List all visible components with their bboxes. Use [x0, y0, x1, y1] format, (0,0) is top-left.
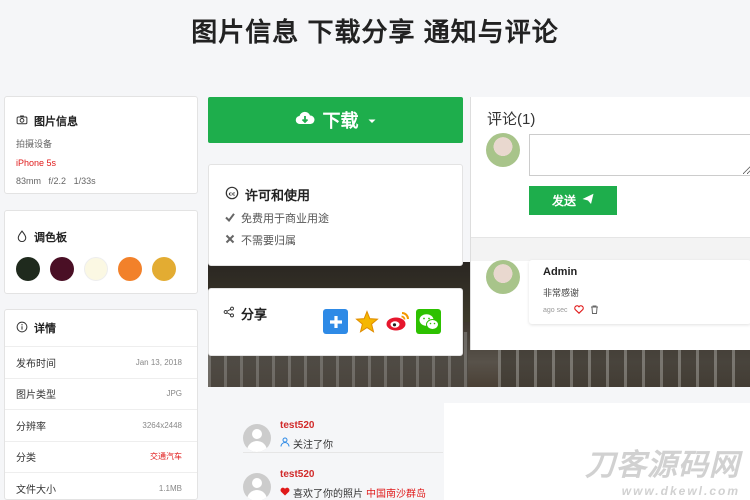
- watermark-url: www.dkewl.com: [621, 484, 740, 498]
- watermark-title: 刀客源码网: [585, 449, 740, 482]
- send-label: 发送: [551, 194, 576, 208]
- activity-target-link[interactable]: 中国南沙群岛: [366, 485, 426, 500]
- swatch-list: [16, 257, 186, 281]
- detail-label: 图片类型: [16, 390, 56, 402]
- download-button[interactable]: 下载: [208, 97, 463, 143]
- drop-icon: [16, 229, 28, 245]
- cross-icon: [225, 234, 235, 247]
- plus-share-icon[interactable]: [323, 309, 348, 334]
- comment-item: Admin 非常感谢 ago sec: [529, 260, 750, 324]
- detail-value: 3264x2448: [142, 420, 182, 430]
- activity-user[interactable]: test520: [280, 420, 314, 431]
- palette-title: 调色板: [34, 232, 67, 244]
- svg-text:cc: cc: [229, 191, 236, 197]
- info-circle-icon: [16, 321, 28, 336]
- comments-divider: [471, 237, 750, 261]
- content-area: 刀客源码网 www.dkewl.com: [444, 403, 750, 500]
- aperture: f/2.2: [48, 176, 67, 186]
- detail-value: Jan 13, 2018: [135, 357, 182, 367]
- license-item-text: 免费用于商业用途: [241, 213, 329, 225]
- color-swatch[interactable]: [84, 257, 108, 281]
- comment-text: 非常感谢: [543, 288, 580, 298]
- license-item: 免费用于商业用途: [225, 210, 446, 226]
- color-swatch[interactable]: [16, 257, 40, 281]
- license-card: cc 许可和使用 免费用于商业用途 不需要归属: [208, 164, 463, 266]
- send-comment-button[interactable]: 发送: [529, 186, 617, 215]
- creative-commons-icon: cc: [225, 186, 239, 203]
- share-nodes-icon: [223, 306, 235, 321]
- shutter-speed: 1/33s: [73, 176, 96, 186]
- photo-info-title: 图片信息: [34, 116, 78, 128]
- trash-icon[interactable]: [590, 305, 599, 316]
- share-card: 分享: [208, 288, 463, 356]
- device-label: 拍摄设备: [16, 139, 53, 149]
- qzone-icon[interactable]: [354, 309, 379, 334]
- camera-icon: [16, 114, 28, 129]
- details-heading: 详情: [5, 310, 197, 347]
- color-swatch[interactable]: [50, 257, 74, 281]
- detail-value: 1.1MB: [158, 483, 182, 493]
- activity-text: 关注了你: [280, 436, 333, 451]
- photo-info-card: 图片信息 拍摄设备 iPhone 5s 83mm f/2.2 1/33s: [4, 96, 198, 194]
- license-heading: cc 许可和使用: [225, 185, 446, 204]
- detail-row-filesize: 文件大小 1.1MB: [5, 473, 197, 500]
- share-title: 分享: [241, 307, 268, 322]
- device-name[interactable]: iPhone 5s: [16, 158, 186, 168]
- comment-author[interactable]: Admin: [543, 266, 737, 278]
- wechat-icon[interactable]: [416, 309, 441, 334]
- heart-filled-icon: [280, 487, 290, 499]
- detail-label: 文件大小: [16, 484, 56, 496]
- activity-feed: test520 关注了你 test520 喜欢了你的照片 中国南沙群岛: [208, 400, 444, 500]
- activity-action: 喜欢了你的照片: [293, 489, 363, 500]
- detail-row-resolution: 分辨率 3264x2448: [5, 410, 197, 442]
- detail-label: 分类: [16, 453, 36, 465]
- detail-label: 发布时间: [16, 358, 56, 370]
- activity-divider: [243, 452, 443, 453]
- detail-label: 分辨率: [16, 421, 46, 433]
- activity-text: 喜欢了你的照片 中国南沙群岛: [280, 485, 426, 500]
- activity-user[interactable]: test520: [280, 469, 314, 480]
- paper-plane-icon: [582, 193, 594, 208]
- detail-row-type: 图片类型 JPG: [5, 379, 197, 410]
- check-icon: [225, 212, 235, 225]
- palette-card: 调色板: [4, 210, 198, 294]
- weibo-icon[interactable]: [385, 309, 410, 334]
- detail-row-category: 分类 交通汽车: [5, 442, 197, 473]
- license-title: 许可和使用: [245, 188, 311, 203]
- palette-heading: 调色板: [16, 229, 186, 245]
- focal-length: 83mm: [16, 176, 42, 186]
- page-title: 图片信息 下载分享 通知与评论: [191, 17, 559, 47]
- user-outline-icon: [280, 437, 290, 450]
- activity-action: 关注了你: [293, 440, 333, 451]
- details-card: 详情 发布时间 Jan 13, 2018 图片类型 JPG 分辨率 3264x2…: [4, 309, 198, 500]
- watermark: 刀客源码网 www.dkewl.com: [585, 440, 740, 498]
- user-avatar-placeholder[interactable]: [243, 473, 271, 500]
- avatar: [486, 260, 520, 294]
- comment-meta: ago sec: [543, 305, 737, 316]
- comment-time: ago sec: [543, 307, 568, 314]
- license-item-text: 不需要归属: [241, 235, 296, 247]
- license-item: 不需要归属: [225, 232, 446, 248]
- cloud-download-icon: [295, 110, 315, 131]
- detail-value: JPG: [166, 389, 182, 399]
- category-link[interactable]: 交通汽车: [150, 451, 182, 462]
- user-avatar-placeholder[interactable]: [243, 424, 271, 452]
- comment-input[interactable]: [529, 134, 750, 176]
- avatar: [486, 133, 520, 167]
- download-label: 下载: [322, 111, 359, 131]
- comments-title: 评论(1): [487, 111, 536, 128]
- details-title: 详情: [34, 323, 56, 335]
- color-swatch[interactable]: [118, 257, 142, 281]
- heart-icon[interactable]: [573, 305, 584, 316]
- camera-specs: 83mm f/2.2 1/33s: [16, 176, 186, 186]
- caret-down-icon: [367, 110, 377, 131]
- photo-info-heading: 图片信息: [16, 113, 186, 129]
- share-icon-list: [323, 309, 441, 334]
- color-swatch[interactable]: [152, 257, 176, 281]
- detail-row-published: 发布时间 Jan 13, 2018: [5, 347, 197, 379]
- comments-panel: 评论(1) 发送 Admin 非常感谢 ago sec: [470, 97, 750, 350]
